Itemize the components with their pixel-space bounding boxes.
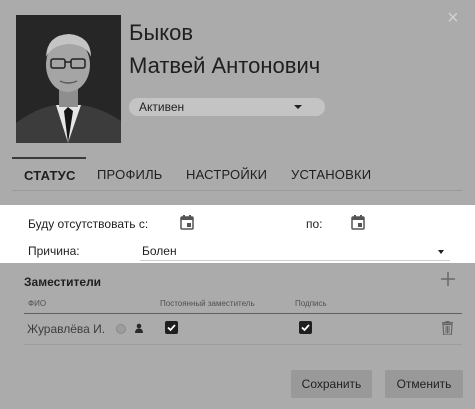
tab-status[interactable]: СТАТУС — [12, 157, 86, 191]
reason-label: Причина: — [28, 244, 80, 258]
table-row-divider — [24, 344, 462, 345]
calendar-from-icon[interactable] — [180, 215, 194, 230]
trash-icon[interactable] — [442, 321, 453, 335]
permanent-deputy-checkbox[interactable] — [165, 321, 178, 334]
tab-settings[interactable]: НАСТРОЙКИ — [186, 157, 267, 191]
add-deputy-icon[interactable] — [439, 270, 457, 288]
tab-installations[interactable]: УСТАНОВКИ — [291, 157, 371, 191]
column-header-permanent: Постоянный заместитель — [160, 299, 255, 308]
close-icon[interactable]: × — [444, 8, 462, 28]
deputies-title: Заместители — [24, 275, 102, 289]
reason-select-value[interactable]: Болен — [142, 244, 177, 258]
presence-dot-icon — [116, 324, 126, 334]
person-last-name: Быков — [129, 20, 194, 45]
deputy-name: Журавлёва И. — [27, 322, 106, 336]
status-select-value: Активен — [139, 100, 185, 114]
chevron-down-icon — [294, 105, 302, 109]
status-select[interactable]: Активен — [129, 98, 325, 116]
tab-bar: СТАТУС ПРОФИЛЬ НАСТРОЙКИ УСТАНОВКИ — [12, 157, 462, 191]
absence-to-label: по: — [306, 217, 323, 231]
reason-select-underline — [140, 260, 450, 261]
person-first-name: Матвей Антонович — [129, 53, 321, 78]
user-icon[interactable] — [134, 323, 144, 333]
column-header-fio: ФИО — [28, 299, 47, 308]
profile-photo — [16, 15, 121, 143]
calendar-to-icon[interactable] — [351, 215, 365, 230]
chevron-down-icon[interactable] — [438, 250, 444, 254]
table-header-divider — [24, 313, 462, 314]
cancel-button[interactable]: Отменить — [385, 370, 463, 398]
tab-profile[interactable]: ПРОФИЛЬ — [97, 157, 163, 191]
save-button[interactable]: Сохранить — [291, 370, 372, 398]
signature-checkbox[interactable] — [299, 321, 312, 334]
column-header-signature: Подпись — [295, 299, 327, 308]
absence-from-label: Буду отсутствовать с: — [28, 217, 149, 231]
